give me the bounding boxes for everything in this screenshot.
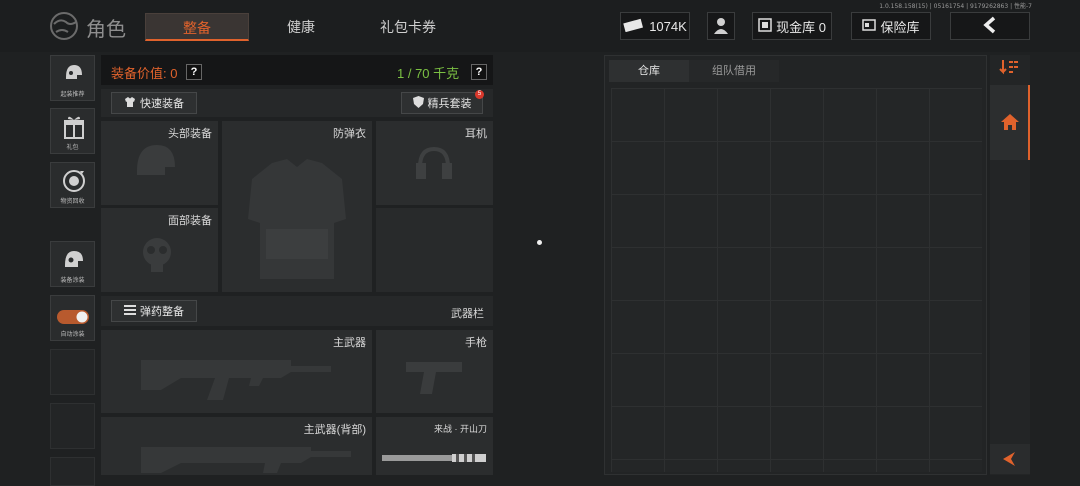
slot-primary-weapon-back[interactable]: 主武器(背部) bbox=[101, 417, 372, 475]
cash-vault-label: 现金库 0 bbox=[776, 19, 826, 35]
slot-label: 耳机 bbox=[465, 128, 487, 140]
operator-button[interactable] bbox=[707, 12, 735, 40]
sidebar-item-label: 装备涂装 bbox=[60, 278, 85, 284]
cash-icon bbox=[623, 18, 644, 35]
page-title: 角色 bbox=[86, 19, 126, 41]
arrow-left-icon bbox=[1003, 452, 1015, 471]
gas-mask-silhouette-icon bbox=[137, 234, 177, 281]
slot-label: 主武器(背部) bbox=[303, 424, 366, 436]
equipment-panel: 装备价值: 0 ? 1 / 70 千克 ? 快速装备 精兵套装 5 头部装备 防… bbox=[101, 55, 493, 475]
melee-label: 来战 · 开山刀 bbox=[434, 424, 487, 434]
sidebar-item-loadout-recommend[interactable]: 起装推荐 bbox=[50, 55, 95, 101]
safe-box-button[interactable]: 保险库 bbox=[851, 12, 931, 40]
quick-equip-label: 快速装备 bbox=[140, 98, 184, 110]
sidebar-empty-slot bbox=[50, 349, 95, 395]
cash-vault-button[interactable]: 现金库 0 bbox=[752, 12, 832, 40]
safe-icon bbox=[862, 18, 877, 34]
tab-warehouse[interactable]: 仓库 bbox=[609, 60, 689, 82]
slot-label: 主武器 bbox=[333, 337, 366, 349]
vault-icon bbox=[758, 17, 772, 35]
elite-set-button[interactable]: 精兵套装 bbox=[401, 92, 483, 114]
sidebar-item-label: 起装推荐 bbox=[60, 92, 85, 98]
helmet-skin-icon bbox=[62, 247, 86, 278]
quick-equip-button[interactable]: 快速装备 bbox=[111, 92, 197, 114]
equipment-value: 装备价值: 0 bbox=[111, 66, 178, 81]
sidebar-empty-slot bbox=[50, 403, 95, 449]
slot-label: 头部装备 bbox=[168, 128, 212, 140]
tab-health[interactable]: 健康 bbox=[256, 13, 346, 41]
pistol-silhouette-icon bbox=[406, 356, 462, 401]
sidebar-item-auto-skin[interactable]: 自动涂装 bbox=[50, 295, 95, 341]
ammo-prep-button[interactable]: 弹药整备 bbox=[111, 300, 197, 322]
operator-avatar-icon bbox=[711, 15, 731, 38]
auto-skin-toggle[interactable] bbox=[57, 310, 89, 329]
currency-amount: 1074K bbox=[649, 18, 687, 34]
sidebar-item-label: 物资回收 bbox=[60, 199, 85, 205]
slot-face[interactable]: 面部装备 bbox=[101, 208, 218, 292]
weight-help-button[interactable]: ? bbox=[471, 62, 487, 80]
sidebar-item-gift[interactable]: 礼包 bbox=[50, 108, 95, 154]
version-text: 1.0.158.158(15) | 05161754 | 9179262863 … bbox=[879, 3, 1032, 10]
currency-display[interactable]: 1074K bbox=[620, 12, 690, 40]
sidebar-item-recycle[interactable]: 物资回收 bbox=[50, 162, 95, 208]
back-button[interactable] bbox=[950, 12, 1030, 40]
rifle-back-silhouette-icon bbox=[141, 439, 351, 480]
slot-armor[interactable]: 防弹衣 bbox=[222, 121, 372, 292]
safe-box-label: 保险库 bbox=[880, 19, 920, 35]
rifle-silhouette-icon bbox=[141, 350, 331, 407]
warehouse-grid[interactable] bbox=[611, 88, 982, 472]
slot-label: 手枪 bbox=[465, 337, 487, 349]
tab-gear[interactable]: 整备 bbox=[145, 13, 249, 41]
value-help-button[interactable]: ? bbox=[186, 62, 202, 80]
elite-set-label: 精兵套装 bbox=[427, 98, 472, 110]
cursor-dot bbox=[537, 240, 542, 245]
weapon-bar-label: 武器栏 bbox=[451, 308, 484, 320]
slot-empty bbox=[376, 208, 493, 292]
ammo-icon bbox=[124, 304, 136, 319]
gift-box-icon bbox=[62, 114, 86, 145]
sidebar-empty-slot bbox=[50, 457, 95, 486]
shield-icon bbox=[412, 95, 424, 111]
weight-capacity: 1 / 70 千克 bbox=[397, 66, 460, 81]
shirt-icon bbox=[124, 96, 136, 111]
helmet-recommend-icon bbox=[63, 61, 85, 90]
warehouse-panel: 仓库 组队借用 bbox=[604, 55, 987, 475]
slot-label: 防弹衣 bbox=[333, 128, 366, 140]
headset-silhouette-icon bbox=[414, 145, 454, 194]
helmet-silhouette-icon bbox=[133, 141, 179, 186]
slot-melee[interactable]: 来战 · 开山刀 bbox=[376, 417, 493, 475]
machete-icon bbox=[382, 451, 486, 470]
notification-badge: 5 bbox=[475, 90, 484, 99]
chevron-left-icon bbox=[982, 16, 998, 37]
slot-headset[interactable]: 耳机 bbox=[376, 121, 493, 205]
body-armor-silhouette-icon bbox=[242, 159, 352, 289]
sort-icon[interactable] bbox=[999, 60, 1021, 81]
sidebar-item-gear-skin[interactable]: 装备涂装 bbox=[50, 241, 95, 287]
sidebar-item-label: 自动涂装 bbox=[60, 332, 85, 338]
home-tab[interactable] bbox=[990, 85, 1030, 160]
slot-label: 面部装备 bbox=[168, 215, 212, 227]
tab-team-borrow[interactable]: 组队借用 bbox=[689, 60, 779, 82]
collapse-button[interactable] bbox=[990, 444, 1030, 474]
slot-primary-weapon[interactable]: 主武器 bbox=[101, 330, 372, 413]
slot-pistol[interactable]: 手枪 bbox=[376, 330, 493, 413]
sidebar-item-label: 礼包 bbox=[66, 145, 79, 151]
slot-head[interactable]: 头部装备 bbox=[101, 121, 218, 205]
home-icon bbox=[1001, 114, 1019, 135]
tab-gift-cards[interactable]: 礼包卡券 bbox=[358, 13, 458, 41]
globe-logo-icon bbox=[48, 10, 80, 42]
ammo-prep-label: 弹药整备 bbox=[140, 306, 184, 318]
recycle-icon bbox=[62, 168, 86, 199]
